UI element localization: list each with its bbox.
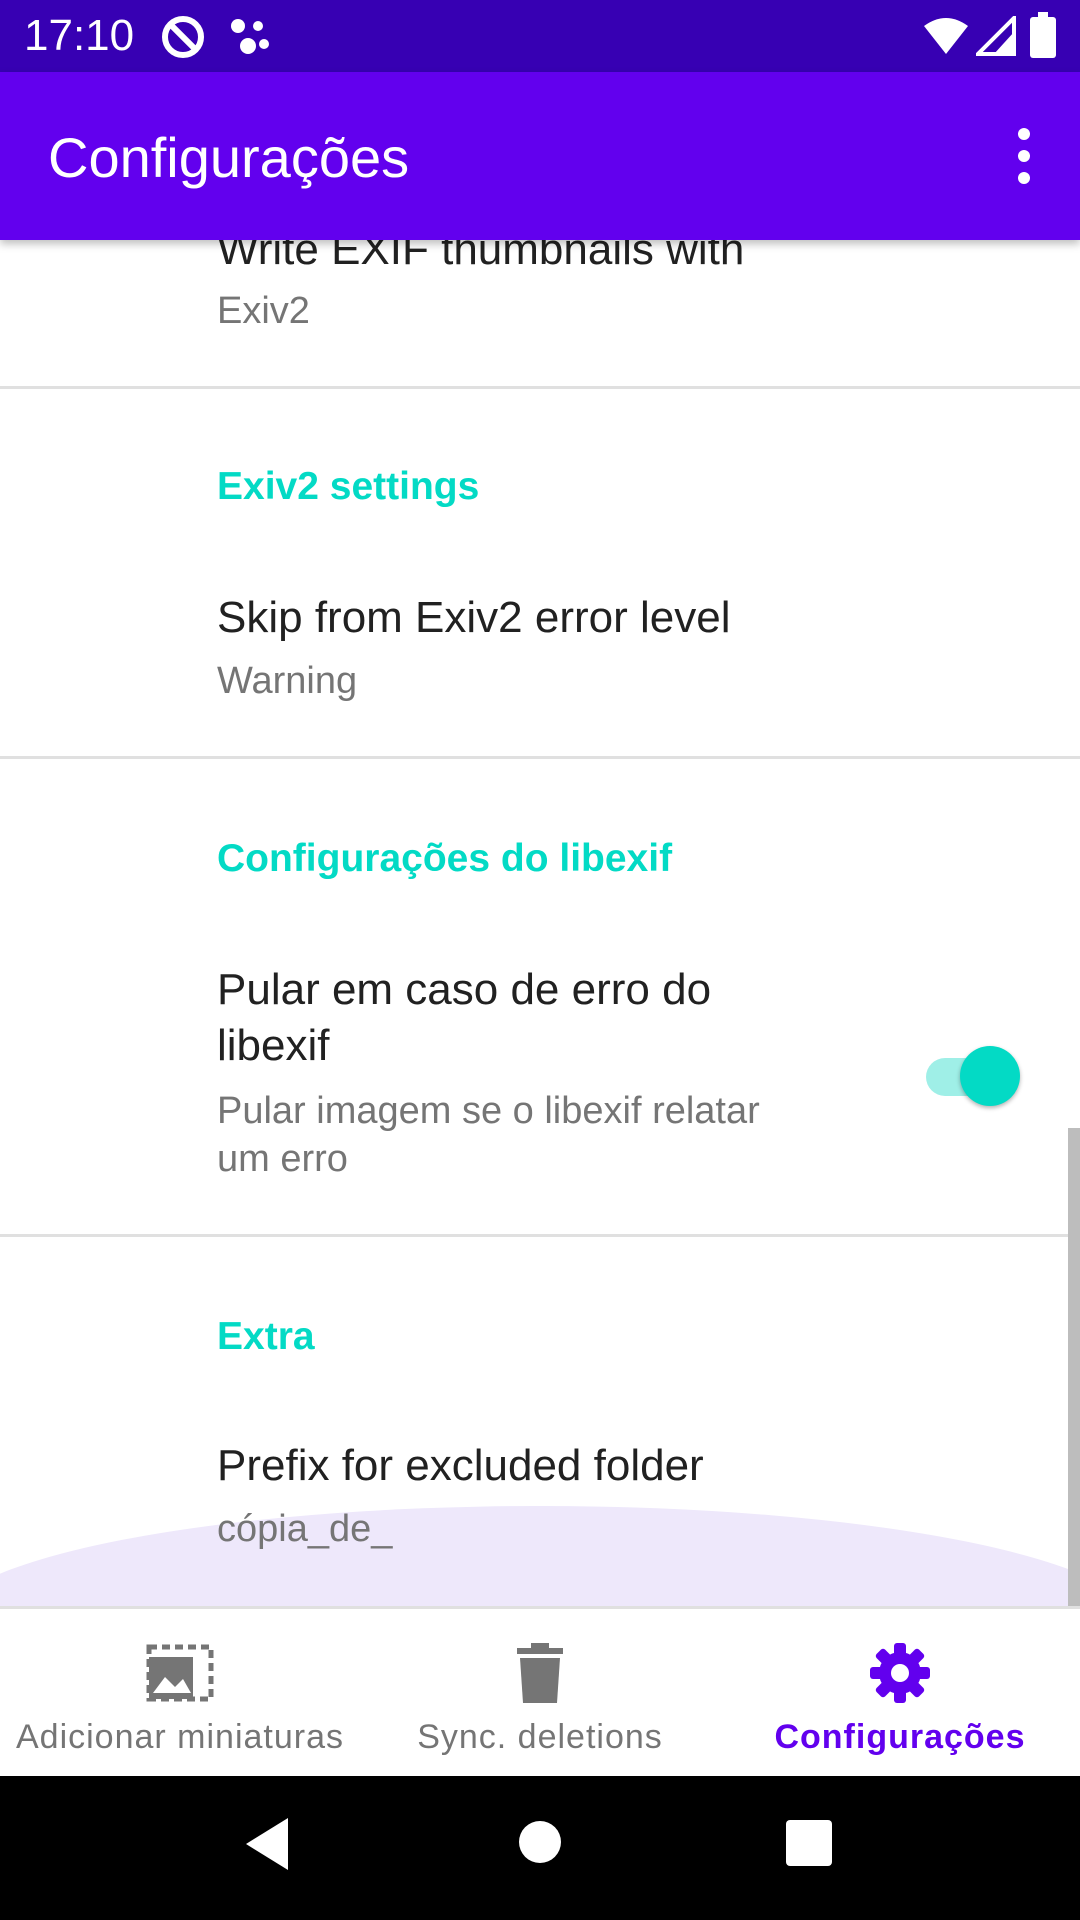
wifi-icon: [924, 18, 968, 54]
status-bar: 17:10: [0, 0, 1080, 72]
category-extra: Extra: [217, 1315, 315, 1358]
pref-summary: Exiv2: [217, 290, 310, 332]
nav-item-sync-deletions[interactable]: Sync. deletions: [360, 1609, 720, 1779]
nav-label: Adicionar miniaturas: [15, 1718, 345, 1756]
system-navigation-bar: [0, 1776, 1080, 1920]
cell-signal-icon: [976, 16, 1016, 56]
more-vert-icon[interactable]: [996, 124, 1052, 188]
pref-summary-line-1: Pular imagem se o libexif relatar: [217, 1090, 760, 1132]
switch-thumb: [960, 1046, 1020, 1106]
divider: [0, 386, 1080, 389]
category-libexif-settings: Configurações do libexif: [217, 837, 673, 880]
settings-list[interactable]: Write EXIF thumbnails with Exiv2 Exiv2 s…: [0, 240, 1080, 1606]
notification-dots-icon: [231, 19, 269, 54]
data-saver-icon: [162, 16, 204, 58]
home-icon[interactable]: [518, 1820, 562, 1864]
nav-item-settings[interactable]: Configurações: [720, 1609, 1080, 1779]
overscroll-glow: [0, 1506, 1080, 1606]
add-thumbnails-icon: [146, 1644, 214, 1702]
pref-title: Write EXIF thumbnails with: [217, 240, 745, 274]
gear-icon: [870, 1643, 930, 1703]
page-title: Configurações: [48, 126, 410, 189]
category-exiv2-settings: Exiv2 settings: [217, 465, 480, 508]
pref-title-line-1: Pular em caso de erro do: [217, 965, 712, 1014]
nav-item-add-thumbnails[interactable]: Adicionar miniaturas: [0, 1609, 360, 1779]
pref-title: Skip from Exiv2 error level: [217, 593, 731, 642]
skip-libexif-error-switch[interactable]: [924, 1040, 1024, 1112]
nav-label: Configurações: [774, 1718, 1026, 1756]
pref-title: Prefix for excluded folder: [217, 1441, 704, 1490]
back-icon[interactable]: [242, 1816, 292, 1872]
divider: [0, 1234, 1080, 1237]
trash-icon: [517, 1643, 563, 1703]
app-bar: Configurações: [0, 72, 1080, 240]
status-time: 17:10: [24, 11, 135, 60]
battery-icon: [1030, 12, 1056, 58]
pref-title-line-2: libexif: [217, 1021, 330, 1070]
recents-icon[interactable]: [786, 1820, 832, 1866]
divider: [0, 756, 1080, 759]
nav-label: Sync. deletions: [417, 1718, 663, 1756]
pref-summary: Warning: [217, 660, 358, 702]
bottom-navigation: Adicionar miniaturas Sync. deletions Con…: [0, 1606, 1080, 1776]
pref-summary-line-2: um erro: [217, 1138, 348, 1180]
scrollbar[interactable]: [1068, 1128, 1080, 1606]
pref-summary: cópia_de_: [217, 1508, 393, 1550]
